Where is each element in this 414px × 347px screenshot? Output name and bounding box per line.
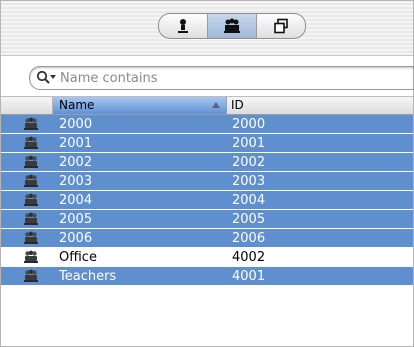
group-icon — [24, 117, 38, 130]
group-list: 2000 2000 2001 2001 2002 2002 2003 2003 … — [1, 115, 413, 286]
group-id: 2006 — [232, 231, 266, 246]
search-input[interactable] — [58, 70, 380, 86]
computer-list-icon — [274, 18, 288, 34]
group-icon — [24, 193, 38, 206]
group-icon — [24, 136, 38, 149]
users-view-button[interactable] — [159, 14, 208, 38]
group-icon — [24, 174, 38, 187]
sort-ascending-icon — [212, 102, 220, 108]
groups-view-button[interactable] — [208, 14, 257, 38]
icon-column-header[interactable] — [1, 97, 53, 114]
group-name: 2004 — [59, 193, 93, 208]
group-id: 2004 — [232, 193, 266, 208]
group-id: 4001 — [232, 269, 266, 284]
group-id: 2003 — [232, 174, 266, 189]
group-name: Office — [59, 250, 97, 265]
group-id: 2001 — [232, 136, 266, 151]
group-name: 2005 — [59, 212, 93, 227]
id-column-label: ID — [231, 98, 244, 112]
table-row[interactable]: 2000 2000 — [1, 115, 413, 134]
group-id: 4002 — [232, 250, 266, 265]
group-name: 2006 — [59, 231, 93, 246]
toolbar — [1, 1, 413, 55]
table-row[interactable]: 2004 2004 — [1, 191, 413, 210]
table-row[interactable]: 2005 2005 — [1, 210, 413, 229]
table-row[interactable]: Office 4002 — [1, 248, 413, 267]
group-icon — [24, 269, 38, 282]
group-icon — [24, 155, 38, 168]
search-menu-icon[interactable] — [36, 70, 58, 86]
id-column-header[interactable]: ID — [228, 97, 413, 114]
search-bar — [1, 55, 414, 96]
table-row[interactable]: 2002 2002 — [1, 153, 413, 172]
group-id: 2005 — [232, 212, 266, 227]
computer-lists-view-button[interactable] — [257, 14, 305, 38]
table-row[interactable]: Teachers 4001 — [1, 267, 413, 286]
table-row[interactable]: 2003 2003 — [1, 172, 413, 191]
window-frame: Name ID 2000 2000 2001 2001 2002 2002 20… — [0, 0, 414, 347]
table-row[interactable]: 2006 2006 — [1, 229, 413, 248]
group-name: 2002 — [59, 155, 93, 170]
group-id: 2002 — [232, 155, 266, 170]
user-icon — [178, 19, 188, 33]
name-column-header[interactable]: Name — [53, 97, 227, 114]
group-name: 2000 — [59, 117, 93, 132]
table-header: Name ID — [1, 96, 413, 115]
group-icon — [24, 212, 38, 225]
group-icon — [24, 250, 38, 263]
group-name: Teachers — [59, 269, 117, 284]
group-name: 2001 — [59, 136, 93, 151]
search-field[interactable] — [29, 66, 414, 90]
table-row[interactable]: 2001 2001 — [1, 134, 413, 153]
group-id: 2000 — [232, 117, 266, 132]
name-column-label: Name — [59, 98, 95, 112]
view-segmented-control — [158, 13, 306, 39]
group-icon — [224, 18, 240, 33]
group-icon — [24, 231, 38, 244]
group-name: 2003 — [59, 174, 93, 189]
